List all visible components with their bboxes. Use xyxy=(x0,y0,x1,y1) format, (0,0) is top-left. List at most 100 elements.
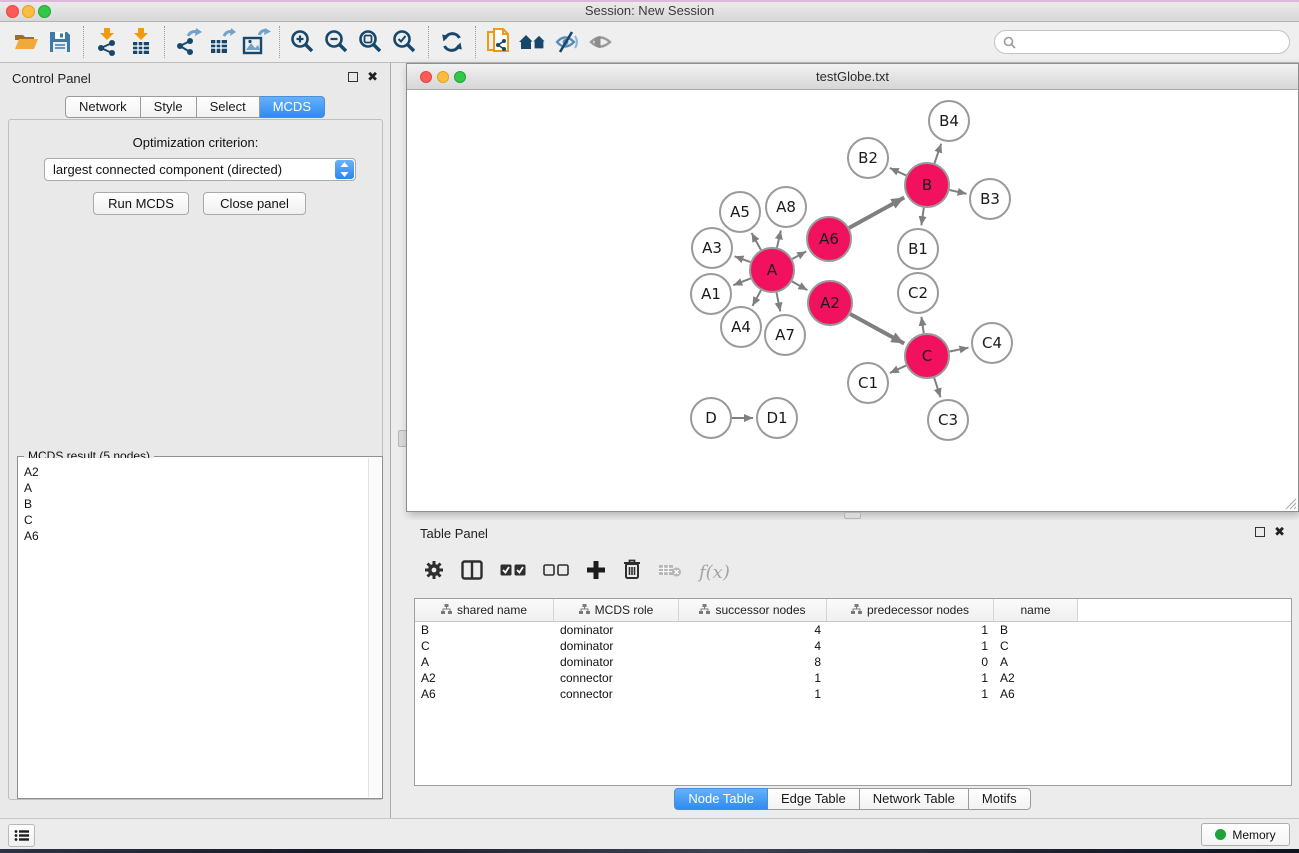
delete-column-icon[interactable] xyxy=(623,559,641,585)
graph-edge-A-A6[interactable] xyxy=(792,251,806,259)
add-column-icon[interactable] xyxy=(586,560,606,585)
column-header-shared-name[interactable]: shared name xyxy=(415,599,554,621)
graph-node-A6[interactable]: A6 xyxy=(807,217,851,261)
graph-node-C4[interactable]: C4 xyxy=(972,323,1012,363)
graph-edge-B-B2[interactable] xyxy=(890,168,906,175)
graph-edge-A-A7[interactable] xyxy=(777,293,781,312)
result-scrollbar[interactable] xyxy=(368,458,381,797)
node-table[interactable]: shared nameMCDS rolesuccessor nodesprede… xyxy=(414,598,1292,786)
show-columns-icon[interactable] xyxy=(461,560,483,585)
graph-node-B3[interactable]: B3 xyxy=(970,179,1010,219)
run-mcds-button[interactable]: Run MCDS xyxy=(93,192,189,215)
tab-network-table[interactable]: Network Table xyxy=(860,788,969,810)
tab-node-table[interactable]: Node Table xyxy=(674,788,768,810)
graph-node-C2[interactable]: C2 xyxy=(898,273,938,313)
graph-edge-A2-C[interactable] xyxy=(850,314,904,344)
show-panels-menu-button[interactable] xyxy=(8,824,35,847)
select-all-icon[interactable] xyxy=(500,563,526,581)
close-panel-icon[interactable]: ✖ xyxy=(367,72,378,82)
show-style-icon[interactable] xyxy=(584,25,618,59)
minimize-network-button[interactable] xyxy=(437,71,449,83)
import-table-icon[interactable] xyxy=(124,25,158,59)
graph-edge-C-C1[interactable] xyxy=(890,366,906,373)
graph-node-B4[interactable]: B4 xyxy=(929,101,969,141)
table-row[interactable]: Adominator80A xyxy=(415,654,1291,670)
settings-gear-icon[interactable] xyxy=(424,560,444,585)
column-header-predecessor-nodes[interactable]: predecessor nodes xyxy=(827,599,994,621)
graph-edge-A-A1[interactable] xyxy=(733,278,750,285)
result-list-item[interactable]: A xyxy=(24,480,367,496)
graph-node-C1[interactable]: C1 xyxy=(848,363,888,403)
graph-edge-A-A3[interactable] xyxy=(735,256,751,262)
graph-edge-A-A8[interactable] xyxy=(777,230,781,247)
search-field[interactable] xyxy=(994,30,1290,54)
tab-mcds[interactable]: MCDS xyxy=(260,96,325,118)
table-row[interactable]: Cdominator41C xyxy=(415,638,1291,654)
graph-node-B[interactable]: B xyxy=(905,163,949,207)
maximize-network-button[interactable] xyxy=(454,71,466,83)
graph-edge-A-A2[interactable] xyxy=(792,281,807,290)
result-list-item[interactable]: A2 xyxy=(24,464,367,480)
close-panel-button[interactable]: Close panel xyxy=(203,192,306,215)
zoom-in-icon[interactable] xyxy=(286,25,320,59)
network-snapshot-icon[interactable] xyxy=(482,25,516,59)
graph-node-C[interactable]: C xyxy=(905,334,949,378)
graph-node-B2[interactable]: B2 xyxy=(848,138,888,178)
graph-edge-C-C4[interactable] xyxy=(950,348,969,352)
export-image-icon[interactable] xyxy=(239,25,273,59)
mcds-result-list[interactable]: A2ABCA6 xyxy=(19,458,367,797)
open-session-icon[interactable] xyxy=(9,25,43,59)
graph-node-A7[interactable]: A7 xyxy=(765,315,805,355)
column-header-MCDS-role[interactable]: MCDS role xyxy=(554,599,679,621)
graph-edge-B-B1[interactable] xyxy=(921,208,923,225)
float-panel-icon[interactable] xyxy=(348,72,358,82)
zoom-fit-icon[interactable] xyxy=(354,25,388,59)
table-row[interactable]: A6connector11A6 xyxy=(415,686,1291,702)
save-session-icon[interactable] xyxy=(43,25,77,59)
graph-node-A3[interactable]: A3 xyxy=(692,228,732,268)
graph-node-D1[interactable]: D1 xyxy=(757,398,797,438)
network-window-titlebar[interactable]: testGlobe.txt xyxy=(407,64,1298,90)
refresh-icon[interactable] xyxy=(435,25,469,59)
result-list-item[interactable]: C xyxy=(24,512,367,528)
tab-style[interactable]: Style xyxy=(141,96,197,118)
graph-node-C3[interactable]: C3 xyxy=(928,400,968,440)
zoom-out-icon[interactable] xyxy=(320,25,354,59)
tab-network[interactable]: Network xyxy=(65,96,141,118)
table-row[interactable]: Bdominator41B xyxy=(415,622,1291,638)
tab-select[interactable]: Select xyxy=(197,96,260,118)
graph-edge-A6-B[interactable] xyxy=(849,198,904,228)
export-table-icon[interactable] xyxy=(205,25,239,59)
resize-grip-icon[interactable] xyxy=(1284,497,1297,510)
column-header-name[interactable]: name xyxy=(994,599,1078,621)
deselect-all-icon[interactable] xyxy=(543,563,569,581)
graph-node-D[interactable]: D xyxy=(691,398,731,438)
minimize-window-button[interactable] xyxy=(22,5,35,18)
column-header-successor-nodes[interactable]: successor nodes xyxy=(679,599,827,621)
graph-edge-B-B3[interactable] xyxy=(949,190,966,194)
graph-edge-A-A4[interactable] xyxy=(752,290,761,306)
graph-edge-C-C2[interactable] xyxy=(921,317,923,333)
graph-node-A4[interactable]: A4 xyxy=(721,307,761,347)
hide-style-icon[interactable] xyxy=(550,25,584,59)
export-network-icon[interactable] xyxy=(171,25,205,59)
tab-motifs[interactable]: Motifs xyxy=(969,788,1031,810)
graph-edge-A-A5[interactable] xyxy=(752,233,761,250)
network-graph[interactable]: AA1A2A3A4A5A6A7A8BB1B2B3B4CC1C2C3C4DD1 xyxy=(407,90,1298,511)
import-network-icon[interactable] xyxy=(90,25,124,59)
table-row[interactable]: A2connector11A2 xyxy=(415,670,1291,686)
horizontal-split-handle[interactable] xyxy=(844,512,861,519)
graph-node-A[interactable]: A xyxy=(750,248,794,292)
memory-button[interactable]: Memory xyxy=(1201,823,1290,846)
close-window-button[interactable] xyxy=(6,5,19,18)
criterion-dropdown[interactable]: largest connected component (directed) xyxy=(44,158,356,181)
graph-edge-B-B4[interactable] xyxy=(934,144,941,164)
search-input[interactable] xyxy=(1021,35,1281,49)
graph-node-A8[interactable]: A8 xyxy=(766,187,806,227)
network-canvas[interactable]: AA1A2A3A4A5A6A7A8BB1B2B3B4CC1C2C3C4DD1 xyxy=(407,90,1298,511)
home-icon[interactable] xyxy=(516,25,550,59)
graph-node-B1[interactable]: B1 xyxy=(898,229,938,269)
graph-edge-C-C3[interactable] xyxy=(934,378,940,397)
graph-node-A1[interactable]: A1 xyxy=(691,274,731,314)
zoom-window-button[interactable] xyxy=(38,5,51,18)
